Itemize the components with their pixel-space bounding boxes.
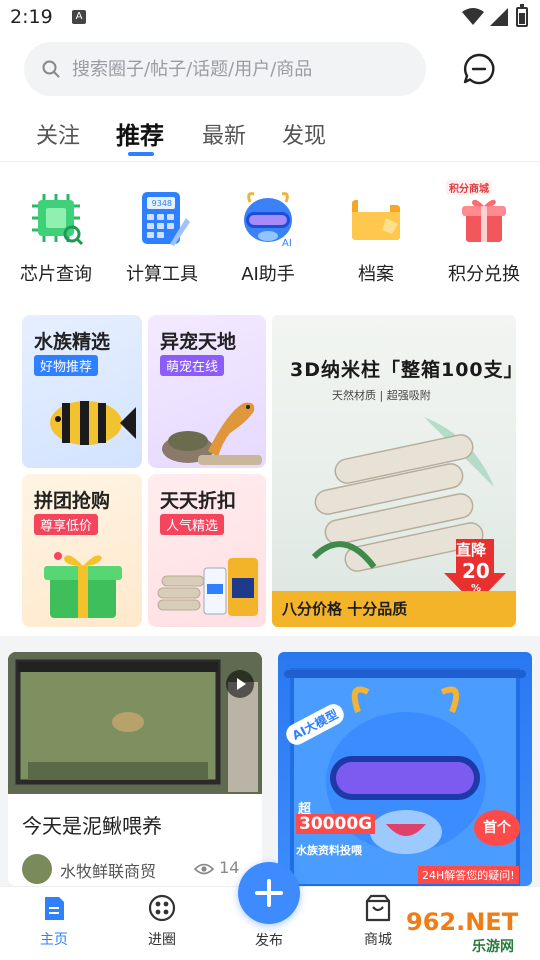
message-icon[interactable] [462, 52, 496, 86]
tool-label: 档案 [358, 264, 394, 285]
ad-text: 30000G [296, 814, 376, 834]
notification-a-icon: A [72, 10, 86, 24]
ad-bubble: 首个 [474, 810, 520, 846]
plus-icon [255, 879, 283, 907]
promo-title: 天天折扣 [160, 490, 237, 512]
video-play-icon[interactable] [226, 670, 254, 698]
status-bar: 2:19 A [0, 0, 540, 36]
svg-text:9348: 9348 [152, 199, 172, 208]
nav-label: 进圈 [148, 932, 176, 948]
promo-title: 异宠天地 [160, 331, 237, 353]
tab-follow[interactable]: 关注 [36, 118, 80, 150]
eye-icon [193, 863, 215, 874]
lizard-icon [162, 402, 262, 465]
nav-label: 主页 [40, 932, 68, 948]
status-time: 2:19 [10, 6, 53, 28]
promo-badge: 尊享低价 [34, 514, 99, 535]
tool-label: 计算工具 [126, 264, 198, 285]
fish-icon [50, 401, 136, 445]
ad-text: 水族资料投喂 [296, 844, 362, 857]
publish-button[interactable] [238, 862, 300, 924]
tab-discover[interactable]: 发现 [282, 118, 326, 150]
post-image [8, 652, 262, 794]
promo-exotic-pets[interactable]: 异宠天地 萌宠在线 [148, 315, 266, 468]
calculator-icon: 9348 [132, 188, 192, 248]
banner-title: 3D纳米柱「整箱100支」 [290, 359, 516, 381]
wifi-icon [462, 8, 484, 25]
post-title: 今天是泥鳅喂养 [22, 814, 162, 838]
tool-label: 积分兑换 [448, 264, 520, 285]
feed-tabs: 关注 推荐 最新 发现 [0, 112, 540, 160]
folder-icon [346, 188, 406, 248]
promo-badge: 萌宠在线 [160, 355, 225, 376]
points-gift-icon: 积分商城 [446, 180, 514, 248]
mall-icon [365, 894, 391, 922]
view-count: 14 [193, 858, 239, 877]
tool-points-exchange[interactable]: 积分商城 积分兑换 [434, 180, 534, 286]
publish-label: 发布 [255, 933, 283, 949]
home-icon [45, 897, 64, 920]
points-mall-badge: 积分商城 [446, 180, 492, 195]
nav-home[interactable]: 主页 [14, 893, 94, 949]
tool-label: 芯片查询 [20, 264, 92, 285]
promo-group-buy[interactable]: 拼团抢购 尊享低价 [22, 474, 142, 627]
post-author[interactable]: 水牧鲜联商贸 [60, 858, 156, 882]
tool-grid: 芯片查询 9348 计算工具 AI AI助手 档案 积分商城 积分兑换 [0, 180, 540, 290]
ad-footer: 24H解答您的疑问! [418, 866, 519, 884]
ai-model-ad[interactable]: AI大模型 超 30000G 水族资料投喂 首个 24H解答您的疑问! [278, 652, 532, 886]
promo-badge: 好物推荐 [34, 355, 99, 376]
promo-aquarium[interactable]: 水族精选 好物推荐 [22, 315, 142, 468]
svg-text:AI: AI [282, 238, 292, 248]
promo-title: 水族精选 [34, 331, 111, 353]
gift-box-icon [44, 552, 122, 618]
banner-footer: 八分价格 十分品质 [272, 591, 516, 627]
watermark-brand: 962.NET [406, 908, 519, 936]
signal-icon [490, 8, 508, 26]
ai-assistant-icon: AI [238, 188, 298, 249]
banner-subtitle: 天然材质 | 超强吸附 [332, 389, 431, 402]
promo-daily-discount[interactable]: 天天折扣 人气精选 [148, 474, 266, 627]
chip-icon [26, 188, 86, 248]
nav-circle[interactable]: 进圈 [122, 893, 202, 949]
battery-icon [516, 4, 528, 27]
tab-indicator [128, 152, 154, 156]
circle-icon [148, 894, 176, 922]
tool-label: AI助手 [241, 264, 295, 285]
search-input[interactable] [70, 52, 410, 86]
section-gap [0, 636, 540, 646]
search-icon [42, 60, 60, 78]
avatar[interactable] [22, 854, 52, 884]
tool-archive[interactable]: 档案 [326, 180, 426, 286]
tool-chip-query[interactable]: 芯片查询 [6, 180, 106, 286]
post-card[interactable]: 今天是泥鳅喂养 水牧鲜联商贸 14 [8, 652, 262, 886]
promo-title: 拼团抢购 [34, 490, 111, 512]
promo-badge: 人气精选 [160, 514, 225, 535]
site-watermark: 962.NET 乐游网 [402, 908, 534, 956]
search-bar[interactable] [24, 42, 426, 96]
watermark-sub: 乐游网 [472, 939, 514, 955]
tool-ai-assistant[interactable]: AI AI助手 [218, 180, 318, 286]
tool-calculator[interactable]: 9348 计算工具 [112, 180, 212, 286]
tab-latest[interactable]: 最新 [202, 118, 246, 150]
divider [0, 161, 540, 162]
promo-banner[interactable]: 3D纳米柱「整箱100支」 天然材质 | 超强吸附 直降 20 % 八分价格 十… [272, 315, 516, 627]
products-icon [157, 558, 258, 616]
tab-recommend[interactable]: 推荐 [116, 116, 164, 151]
